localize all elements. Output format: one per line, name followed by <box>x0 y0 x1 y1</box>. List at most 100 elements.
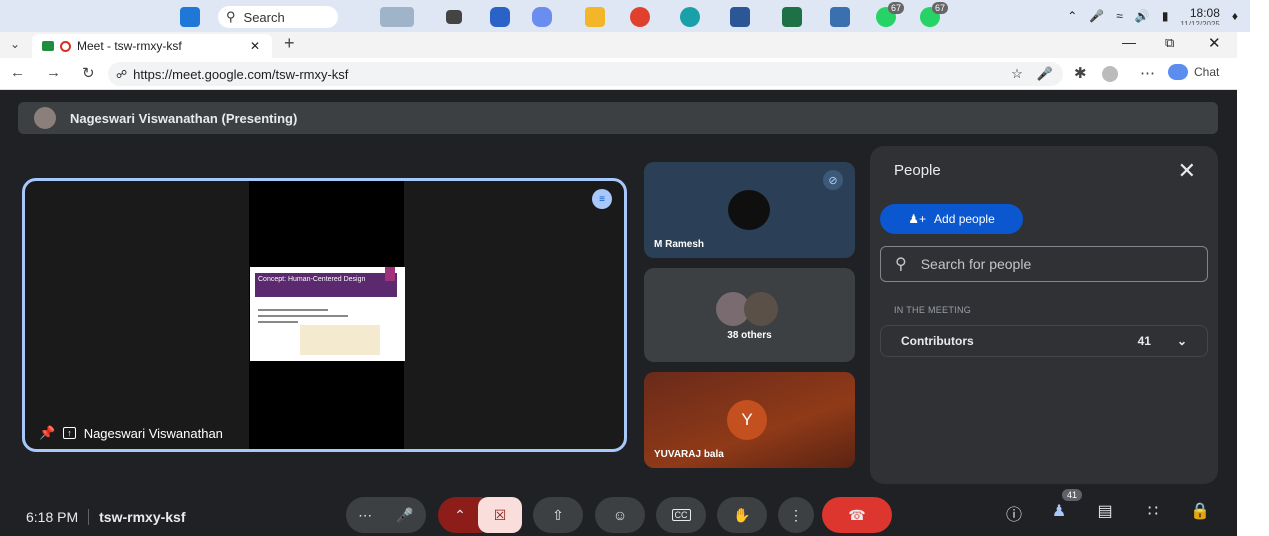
mic-icon[interactable]: 🎤 <box>1037 66 1053 82</box>
taskbar-search[interactable]: ⚲ Search <box>218 6 338 28</box>
word-icon[interactable] <box>730 7 750 27</box>
excel-icon[interactable] <box>782 7 802 27</box>
date[interactable]: 11/12/2025 <box>1180 19 1219 25</box>
file-explorer-icon[interactable] <box>585 7 605 27</box>
slide-diagram <box>300 325 380 355</box>
widget-icon[interactable] <box>380 7 414 27</box>
presenter-avatar <box>34 107 56 129</box>
others-tile[interactable]: 38 others <box>644 268 855 362</box>
activities-icon[interactable]: ∷ <box>1140 501 1166 521</box>
host-controls-icon[interactable]: 🔒 <box>1187 501 1213 521</box>
slide-header: Concept: Human-Centered Design <box>255 273 397 297</box>
chevron-up-icon[interactable]: ⌃ <box>1067 9 1077 23</box>
chevron-up-icon: ⌃ <box>454 506 466 523</box>
participant-avatar <box>728 190 770 230</box>
slide-line <box>258 321 298 323</box>
participant-tile-yuvaraj[interactable]: Y YUVARAJ bala <box>644 372 855 468</box>
speaking-indicator-icon: ≡ <box>592 189 612 209</box>
participant-name: M Ramesh <box>654 239 705 250</box>
leave-call-button[interactable]: ☎ <box>822 497 892 533</box>
camera-toggle-button[interactable]: ☒ <box>478 497 522 533</box>
profile-icon[interactable] <box>1102 66 1118 82</box>
others-avatar-2 <box>744 292 778 326</box>
new-tab-icon[interactable]: + <box>284 33 295 54</box>
divider <box>88 509 90 525</box>
video-options-button[interactable]: ⌃ <box>438 497 482 533</box>
main-presentation-tile[interactable]: Concept: Human-Centered Design ≡ 📌 ↑ Nag… <box>22 178 627 452</box>
captions-button[interactable]: CC <box>656 497 706 533</box>
copilot-chat-button[interactable]: Chat <box>1168 64 1219 80</box>
people-panel: People ✕ ♟+ Add people ⚲ Search for peop… <box>870 146 1218 484</box>
people-icon[interactable]: ♟ <box>1046 501 1072 521</box>
contributors-group[interactable]: Contributors 41 ⌄ <box>880 325 1208 357</box>
participant-tile-m-ramesh[interactable]: ⊘ M Ramesh <box>644 162 855 258</box>
back-icon[interactable]: ← <box>10 64 25 81</box>
more-icon[interactable]: ⋯ <box>1140 64 1155 82</box>
emoji-icon: ☺ <box>612 507 628 523</box>
search-people-placeholder: Search for people <box>920 256 1032 272</box>
mic-tray-icon[interactable]: 🎤 <box>1089 9 1104 23</box>
chrome-icon[interactable] <box>630 7 650 27</box>
whatsapp-2-badge: 67 <box>932 2 949 14</box>
favorites-icon[interactable]: ✱ <box>1074 64 1087 82</box>
participant-initial-avatar: Y <box>727 400 767 440</box>
address-bar[interactable]: ☍ https://meet.google.com/tsw-rmxy-ksf ☆… <box>108 62 1063 86</box>
people-count-badge: 41 <box>1062 489 1083 501</box>
people-title: People <box>894 162 941 179</box>
minimize-icon[interactable]: — <box>1122 34 1136 50</box>
search-icon: ⚲ <box>226 9 236 24</box>
raise-hand-button[interactable]: ✋ <box>717 497 767 533</box>
more-options-button[interactable]: ⋮ <box>778 497 814 533</box>
task-view-icon[interactable] <box>446 10 462 24</box>
tab-meet[interactable]: Meet - tsw-rmxy-ksf ✕ <box>32 34 272 58</box>
mic-muted-icon: ⊘ <box>823 170 843 190</box>
contributors-label: Contributors <box>901 334 974 348</box>
bell-icon[interactable]: ♦ <box>1232 9 1238 23</box>
reactions-button[interactable]: ☺ <box>595 497 645 533</box>
search-people-input[interactable]: ⚲ Search for people <box>880 246 1208 282</box>
clock[interactable]: 18:08 <box>1190 7 1220 19</box>
add-people-button[interactable]: ♟+ Add people <box>880 204 1023 234</box>
meet-app-icon[interactable] <box>490 7 510 27</box>
more-audio-options-button[interactable]: ⋯ 🎤 <box>346 497 426 533</box>
main-tile-name: Nageswari Viswanathan <box>83 425 223 441</box>
in-meeting-heading: IN THE MEETING <box>894 305 972 315</box>
volume-icon[interactable]: 🔊 <box>1135 9 1150 23</box>
chat-icon[interactable]: ▤ <box>1092 501 1118 521</box>
contributors-count: 41 <box>1137 334 1151 348</box>
meet-stage: Nageswari Viswanathan (Presenting) Conce… <box>0 90 1237 536</box>
main-tile-label: 📌 ↑ Nageswari Viswanathan <box>39 425 223 441</box>
meeting-code: tsw-rmxy-ksf <box>99 509 186 525</box>
meeting-details-icon[interactable]: ⓘ <box>1001 501 1027 525</box>
pin-icon[interactable]: 📌 <box>39 425 55 441</box>
wifi-icon[interactable]: ≈ <box>1116 9 1123 23</box>
close-panel-icon[interactable]: ✕ <box>1178 158 1196 184</box>
system-tray: ⌃ 🎤 ≈ 🔊 ▮ 18:08 11/12/2025 ♦ <box>1067 0 1238 32</box>
hang-up-icon: ☎ <box>848 506 866 523</box>
taskbar-search-label: Search <box>243 9 285 25</box>
windows-start-icon[interactable] <box>180 7 200 27</box>
presenting-label: Nageswari Viswanathan (Presenting) <box>70 110 298 126</box>
restore-icon[interactable]: ⧉ <box>1165 35 1174 51</box>
edge-icon[interactable] <box>680 7 700 27</box>
recording-icon <box>60 40 71 52</box>
app-icon[interactable] <box>830 7 850 27</box>
reload-icon[interactable]: ↻ <box>82 64 95 82</box>
camera-off-icon: ☒ <box>493 506 507 523</box>
copilot-icon[interactable] <box>532 7 552 27</box>
window-close-icon[interactable]: ✕ <box>1208 34 1221 52</box>
current-time: 6:18 PM <box>26 509 79 525</box>
battery-icon[interactable]: ▮ <box>1162 9 1169 23</box>
present-button[interactable]: ⇧ <box>533 497 583 533</box>
slide-thumbnail: Concept: Human-Centered Design <box>250 267 405 361</box>
tab-list-chevron-icon[interactable]: ⌄ <box>10 37 20 51</box>
favorite-star-icon[interactable]: ☆ <box>1011 66 1023 82</box>
browser-tab-bar: ⌄ Meet - tsw-rmxy-ksf ✕ + — ⧉ ✕ <box>0 32 1237 58</box>
tab-close-icon[interactable]: ✕ <box>250 39 260 53</box>
forward-icon[interactable]: → <box>46 64 61 81</box>
others-label: 38 others <box>727 330 772 341</box>
site-info-icon[interactable]: ☍ <box>116 68 127 81</box>
dots-icon: ⋯ <box>358 506 373 523</box>
search-icon: ⚲ <box>895 256 907 273</box>
meet-favicon-icon <box>42 41 54 51</box>
